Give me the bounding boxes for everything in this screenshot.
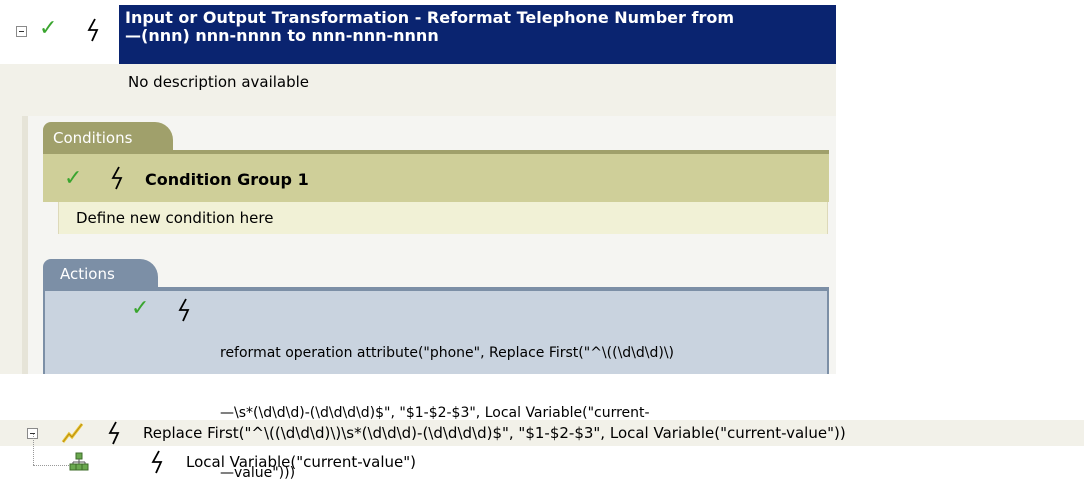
lightning-icon [150, 450, 166, 474]
expression-root-label: Replace First("^\((\d\d\d)\)\s*(\d\d\d)-… [143, 424, 846, 442]
expression-child-label[interactable]: Local Variable("current-value") [186, 453, 416, 471]
tree-node-icon [69, 451, 89, 475]
lightning-icon [107, 421, 123, 445]
pencil-icon [60, 421, 86, 449]
tree-connector [33, 465, 69, 467]
action-line-1: reformat operation attribute("phone", Re… [220, 345, 675, 361]
check-icon[interactable]: ✓ [39, 18, 57, 40]
rule-description-row [0, 64, 836, 100]
tree-connector [33, 434, 35, 465]
lightning-icon[interactable] [110, 166, 126, 190]
condition-group-label: Condition Group 1 [145, 170, 309, 189]
rule-title-line1: Input or Output Transformation - Reforma… [125, 8, 734, 27]
action-expression[interactable]: reformat operation attribute("phone", Re… [220, 303, 820, 503]
tab-actions[interactable]: Actions [43, 259, 158, 289]
rule-title-line2: —(nnn) nnn-nnnn to nnn-nnn-nnnn [125, 26, 439, 45]
collapse-icon[interactable] [16, 26, 27, 37]
lightning-icon[interactable] [177, 298, 193, 322]
rule-title[interactable]: Input or Output Transformation - Reforma… [119, 5, 836, 64]
check-icon[interactable]: ✓ [131, 298, 149, 320]
define-condition-placeholder[interactable]: Define new condition here [58, 202, 828, 234]
check-icon[interactable]: ✓ [64, 168, 82, 190]
lightning-icon[interactable] [86, 18, 102, 42]
tab-conditions[interactable]: Conditions [43, 122, 173, 152]
rule-description: No description available [128, 73, 310, 91]
